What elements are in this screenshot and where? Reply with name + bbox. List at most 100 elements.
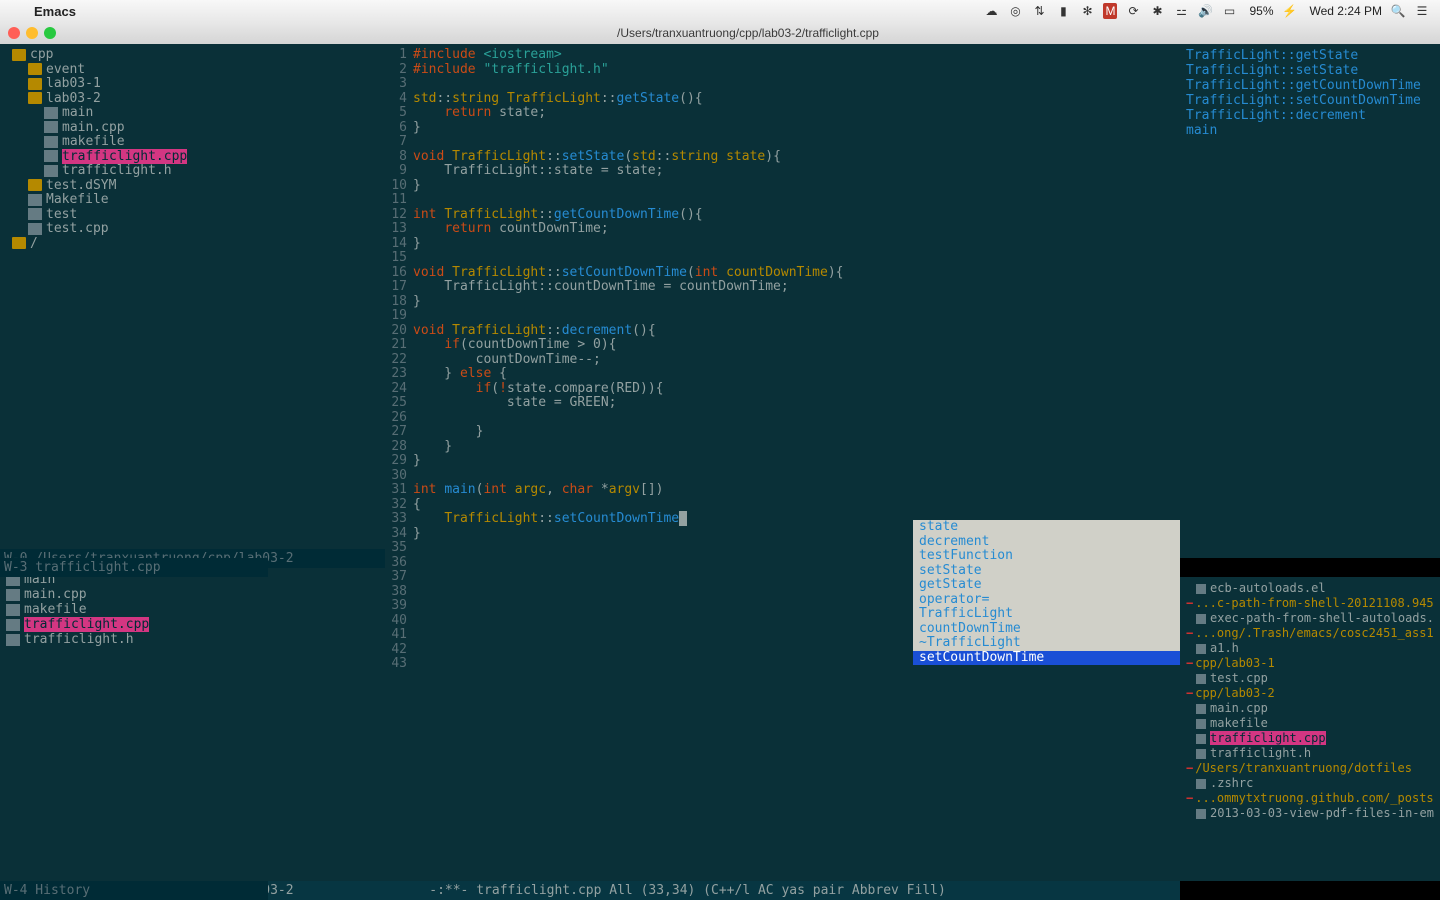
completion-item[interactable]: setStatec [913, 564, 1180, 579]
tree-item[interactable]: event [6, 63, 379, 78]
history-item[interactable]: trafficlight.h [1186, 746, 1434, 761]
app-name[interactable]: Emacs [34, 4, 76, 19]
tree-item[interactable]: main.cpp [6, 121, 379, 136]
code-line[interactable]: return state; [413, 106, 1180, 121]
code-line[interactable]: void TrafficLight::setCountDownTime(int … [413, 266, 1180, 281]
history-item[interactable]: −...ong/.Trash/emacs/cosc2451_ass1 [1186, 626, 1434, 641]
history-item[interactable]: −...c-path-from-shell-20121108.945 [1186, 596, 1434, 611]
history-item[interactable]: −cpp/lab03-1 [1186, 656, 1434, 671]
menu-icon[interactable]: ☰ [1414, 3, 1430, 19]
history-item[interactable]: makefile [1186, 716, 1434, 731]
history-item[interactable]: trafficlight.cpp [1186, 731, 1434, 746]
mail-icon[interactable]: M [1103, 3, 1117, 19]
code-line[interactable]: TrafficLight::state = state; [413, 164, 1180, 179]
code-line[interactable]: } [413, 440, 1180, 455]
method-item[interactable]: TrafficLight::getCountDownTime [1186, 78, 1434, 93]
volume-icon[interactable]: 🔊 [1197, 3, 1213, 19]
history-item[interactable]: .zshrc [1186, 776, 1434, 791]
tree-item[interactable]: trafficlight.cpp [6, 150, 379, 165]
code-line[interactable]: void TrafficLight::setState(std::string … [413, 150, 1180, 165]
tree-item[interactable]: lab03-2 [6, 92, 379, 107]
history-item[interactable]: −cpp/lab03-2 [1186, 686, 1434, 701]
bluetooth-icon[interactable]: ✱ [1149, 3, 1165, 19]
tree-item[interactable]: test.dSYM [6, 179, 379, 194]
history-pane[interactable]: ecb-autoloads.el−...c-path-from-shell-20… [1180, 577, 1440, 881]
code-line[interactable]: } [413, 179, 1180, 194]
code-line[interactable]: } [413, 121, 1180, 136]
history-item[interactable]: test.cpp [1186, 671, 1434, 686]
code-line[interactable]: countDownTime--; [413, 353, 1180, 368]
tree-item[interactable]: trafficlight.h [6, 164, 379, 179]
method-item[interactable]: TrafficLight::getState [1186, 48, 1434, 63]
minimize-window-icon[interactable] [26, 27, 38, 39]
spotlight-icon[interactable]: 🔍 [1390, 3, 1406, 19]
code-line[interactable]: TrafficLight::countDownTime = countDownT… [413, 280, 1180, 295]
code-line[interactable]: } [413, 454, 1180, 469]
cloud-icon[interactable]: ☁ [983, 3, 999, 19]
code-line[interactable]: std::string TrafficLight::getState(){ [413, 92, 1180, 107]
history-item[interactable]: main.cpp [1186, 701, 1434, 716]
code-line[interactable]: } [413, 425, 1180, 440]
close-window-icon[interactable] [8, 27, 20, 39]
collapse-icon[interactable]: − [1186, 656, 1193, 670]
code-line[interactable]: } [413, 295, 1180, 310]
code-line[interactable]: } [413, 237, 1180, 252]
tree-item[interactable]: main [6, 106, 379, 121]
apple-icon[interactable] [10, 3, 26, 19]
method-item[interactable]: TrafficLight::setCountDownTime [1186, 93, 1434, 108]
tree-item[interactable]: test [6, 208, 379, 223]
code-line[interactable]: int TrafficLight::getCountDownTime(){ [413, 208, 1180, 223]
window-titlebar[interactable]: /Users/tranxuantruong/cpp/lab03-2/traffi… [0, 22, 1440, 44]
method-item[interactable]: TrafficLight::decrement [1186, 108, 1434, 123]
source-item[interactable]: trafficlight.cpp [6, 617, 379, 632]
completion-item[interactable]: statec [913, 520, 1180, 535]
completion-item[interactable]: operator=c [913, 593, 1180, 608]
code-line[interactable] [413, 193, 1180, 208]
code-line[interactable]: #include "trafficlight.h" [413, 63, 1180, 78]
code-line[interactable] [413, 77, 1180, 92]
completion-item[interactable]: countDownTimec [913, 622, 1180, 637]
history-item[interactable]: 2013-03-03-view-pdf-files-in-em [1186, 806, 1434, 821]
method-item[interactable]: main [1186, 123, 1434, 138]
mac-menubar[interactable]: Emacs ☁ ◎ ⇅ ▮ ✻ M ⟳ ✱ ⚍ 🔊 ▭ 95% ⚡ Wed 2:… [0, 0, 1440, 22]
code-line[interactable]: return countDownTime; [413, 222, 1180, 237]
methods-pane[interactable]: TrafficLight::getStateTrafficLight::setS… [1180, 44, 1440, 558]
code-line[interactable]: } else { [413, 367, 1180, 382]
method-item[interactable]: TrafficLight::setState [1186, 63, 1434, 78]
code-line[interactable]: if(countDownTime > 0){ [413, 338, 1180, 353]
zoom-window-icon[interactable] [44, 27, 56, 39]
editor-pane[interactable]: 1234567891011121314151617181920212223242… [385, 44, 1180, 881]
source-item[interactable]: makefile [6, 602, 379, 617]
asterisk-icon[interactable]: ✻ [1079, 3, 1095, 19]
tree-item[interactable]: / [6, 237, 379, 252]
dropbox-icon[interactable]: ⇅ [1031, 3, 1047, 19]
sync-icon[interactable]: ⟳ [1125, 3, 1141, 19]
completion-item[interactable]: getStatec [913, 578, 1180, 593]
completion-item[interactable]: TrafficLightc [913, 607, 1180, 622]
collapse-icon[interactable]: − [1186, 791, 1193, 805]
circle-icon[interactable]: ◎ [1007, 3, 1023, 19]
tree-item[interactable]: test.cpp [6, 222, 379, 237]
code-line[interactable]: void TrafficLight::decrement(){ [413, 324, 1180, 339]
history-item[interactable]: −...ommytxtruong.github.com/_posts [1186, 791, 1434, 806]
folder-icon[interactable]: ▮ [1055, 3, 1071, 19]
battery-icon[interactable]: ▭ [1221, 3, 1237, 19]
history-item[interactable]: a1.h [1186, 641, 1434, 656]
code-line[interactable]: #include <iostream> [413, 48, 1180, 63]
code-line[interactable]: state = GREEN; [413, 396, 1180, 411]
completion-item[interactable]: testFunctionc [913, 549, 1180, 564]
collapse-icon[interactable]: − [1186, 686, 1193, 700]
clock-text[interactable]: Wed 2:24 PM [1310, 4, 1382, 18]
tree-item[interactable]: lab03-1 [6, 77, 379, 92]
code-line[interactable] [413, 411, 1180, 426]
collapse-icon[interactable]: − [1186, 626, 1193, 640]
tree-item[interactable]: cpp [6, 48, 379, 63]
history-item[interactable]: exec-path-from-shell-autoloads. [1186, 611, 1434, 626]
wifi-icon[interactable]: ⚍ [1173, 3, 1189, 19]
code-line[interactable] [413, 469, 1180, 484]
history-item[interactable]: −/Users/tranxuantruong/dotfiles [1186, 761, 1434, 776]
tree-item[interactable]: makefile [6, 135, 379, 150]
sources-pane[interactable]: mainmain.cppmakefiletrafficlight.cpptraf… [0, 568, 385, 881]
code-line[interactable]: if(!state.compare(RED)){ [413, 382, 1180, 397]
source-item[interactable]: trafficlight.h [6, 632, 379, 647]
